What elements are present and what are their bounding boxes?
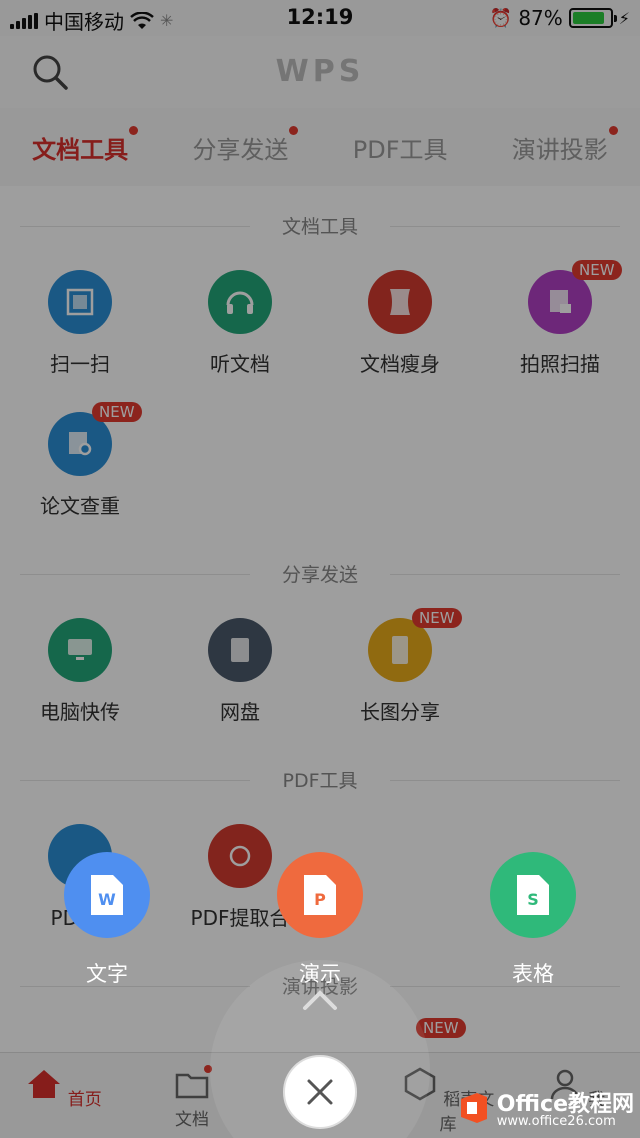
chevron-up-icon[interactable]	[302, 986, 338, 1012]
create-spreadsheet-button[interactable]: S 表格	[468, 852, 598, 988]
writer-icon: W	[64, 852, 150, 938]
close-menu-button[interactable]	[283, 1055, 357, 1129]
presentation-icon: P	[277, 852, 363, 938]
watermark: Office教程网 www.office26.com	[457, 1086, 634, 1129]
create-presentation-button[interactable]: P 演示	[255, 852, 385, 988]
create-writer-button[interactable]: W 文字	[42, 852, 172, 988]
create-label: 文字	[86, 962, 128, 986]
office-logo-icon	[460, 1092, 487, 1123]
create-label: 演示	[299, 962, 341, 986]
svg-text:P: P	[314, 890, 326, 909]
close-icon	[307, 1079, 333, 1105]
spreadsheet-icon: S	[490, 852, 576, 938]
watermark-url: www.office26.com	[496, 1114, 616, 1129]
svg-text:S: S	[527, 890, 539, 909]
svg-text:W: W	[98, 890, 116, 909]
create-label: 表格	[512, 962, 554, 986]
